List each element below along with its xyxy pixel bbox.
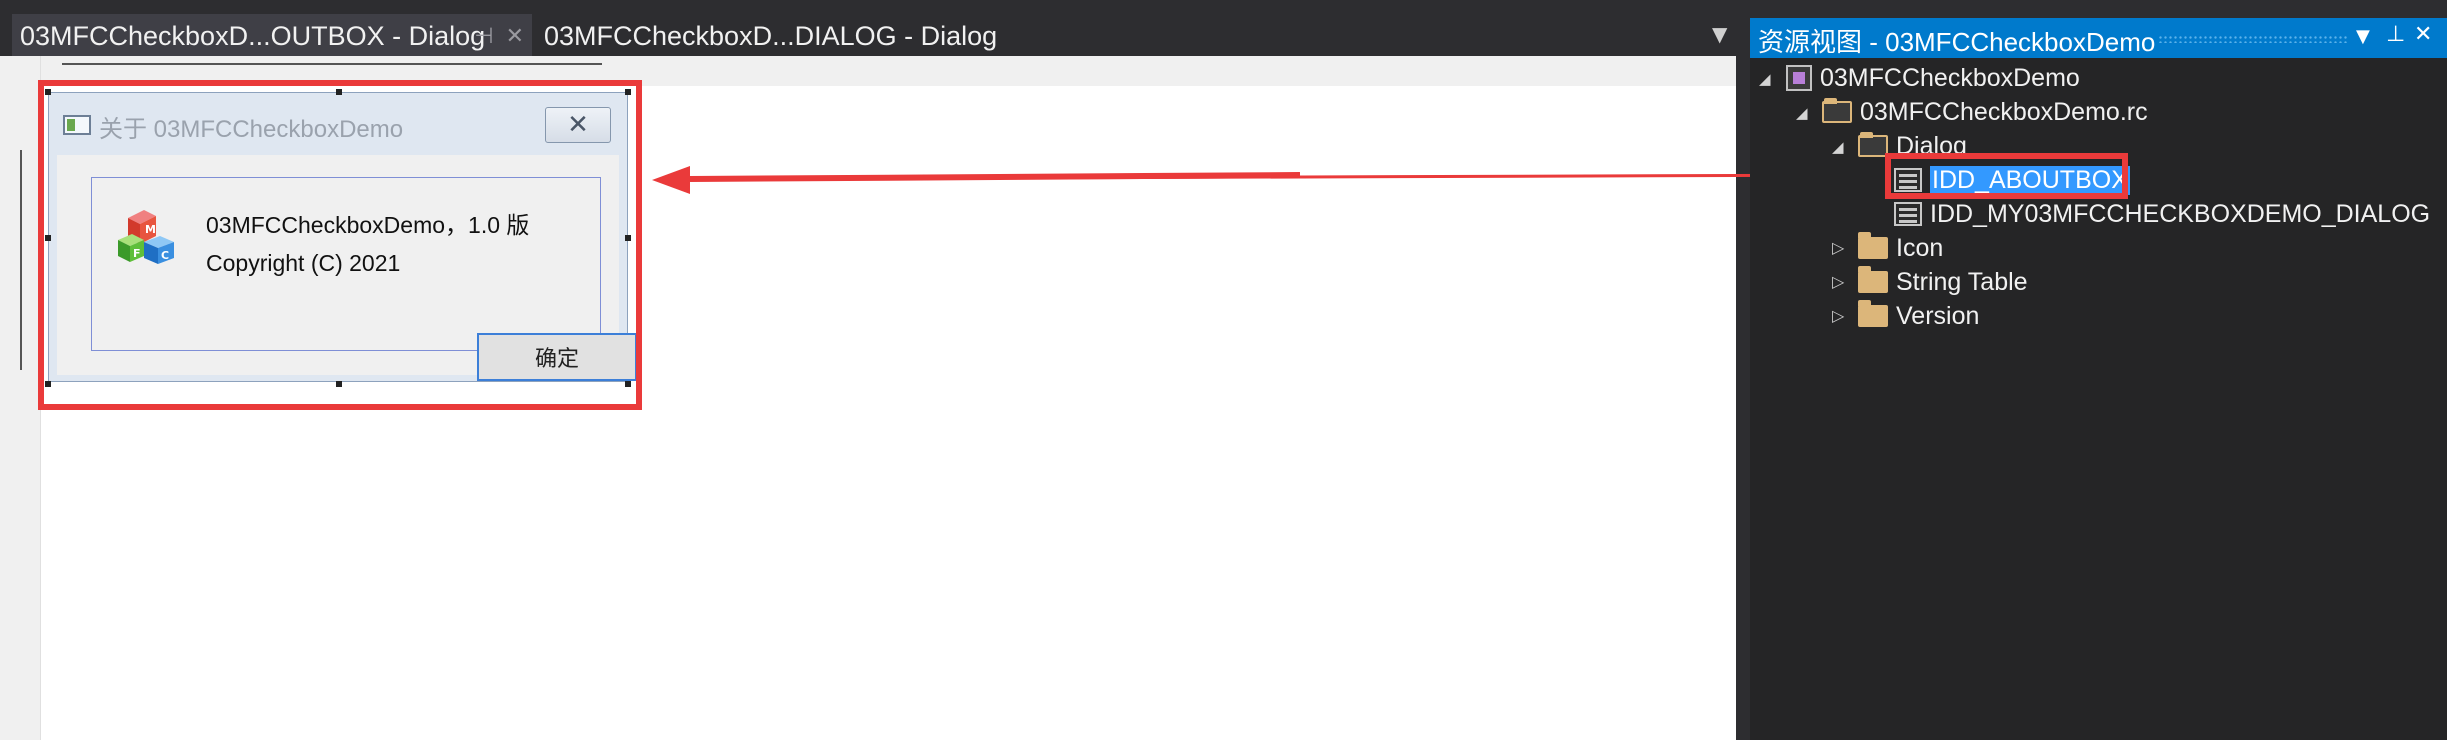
guide-ruler-top	[62, 63, 602, 75]
tree-item-string-table-folder[interactable]: String Table	[1858, 266, 2028, 298]
tab-overflow-dropdown-icon[interactable]: ▼	[1712, 22, 1727, 46]
collapse-arrow-icon[interactable]: ◢	[1796, 104, 1808, 122]
expand-arrow-icon[interactable]: ▷	[1832, 238, 1844, 257]
tab-main-dialog[interactable]: 03MFCCheckboxD...DIALOG - Dialog	[540, 14, 997, 58]
annotation-highlight-tree-item	[1885, 153, 2128, 199]
folder-open-icon	[1858, 132, 1888, 157]
tree-item-label: String Table	[1896, 267, 2028, 296]
tree-item-label: Icon	[1896, 233, 1944, 262]
tab-aboutbox-dialog[interactable]: 03MFCCheckboxD...OUTBOX - Dialog ⊣ ✕	[12, 14, 532, 58]
folder-icon	[1858, 266, 1888, 293]
tree-item-project[interactable]: 03MFCCheckboxDemo	[1786, 62, 2080, 94]
tree-item-label: 03MFCCheckboxDemo	[1820, 63, 2080, 92]
tree-item-label: 03MFCCheckboxDemo.rc	[1860, 97, 2148, 126]
tab-label: 03MFCCheckboxD...OUTBOX - Dialog	[20, 20, 486, 51]
panel-splitter[interactable]	[1736, 56, 1748, 740]
resource-view-header: 资源视图 - 03MFCCheckboxDemo ▼ ⊥ ✕	[1750, 18, 2447, 58]
tree-item-rc-file[interactable]: 03MFCCheckboxDemo.rc	[1822, 96, 2148, 128]
close-icon[interactable]: ✕	[2414, 22, 2432, 47]
tree-item-version-folder[interactable]: Version	[1858, 300, 1979, 332]
tree-item-label: Version	[1896, 301, 1980, 330]
folder-open-icon	[1822, 98, 1852, 123]
close-icon[interactable]: ✕	[506, 23, 524, 49]
tree-item-label: IDD_MY03MFCCHECKBOXDEMO_DIALOG	[1930, 199, 2431, 228]
annotation-highlight-dialog	[38, 80, 642, 410]
resource-view-title: 资源视图 - 03MFCCheckboxDemo	[1758, 27, 2156, 57]
panel-menu-icon[interactable]: ▼	[2356, 26, 2370, 47]
tab-label: 03MFCCheckboxD...DIALOG - Dialog	[544, 20, 998, 51]
folder-icon	[1858, 232, 1888, 259]
folder-icon	[1858, 300, 1888, 327]
pin-icon[interactable]: ⊣	[474, 23, 493, 49]
collapse-arrow-icon[interactable]: ◢	[1759, 70, 1771, 88]
drag-grip[interactable]	[2158, 35, 2348, 43]
pin-icon[interactable]: ⊥	[2386, 22, 2405, 47]
project-icon	[1786, 65, 1812, 91]
tree-item-idd-main-dialog[interactable]: IDD_MY03MFCCHECKBOXDEMO_DIALOG	[1894, 198, 2430, 230]
expand-arrow-icon[interactable]: ▷	[1832, 272, 1844, 291]
expand-arrow-icon[interactable]: ▷	[1832, 306, 1844, 325]
tree-item-icon-folder[interactable]: Icon	[1858, 232, 1943, 264]
dialog-resource-icon	[1894, 202, 1922, 226]
editor-tabbar: 03MFCCheckboxD...OUTBOX - Dialog ⊣ ✕ 03M…	[0, 0, 1748, 58]
guide-ruler-left	[20, 150, 32, 370]
collapse-arrow-icon[interactable]: ◢	[1832, 138, 1844, 156]
